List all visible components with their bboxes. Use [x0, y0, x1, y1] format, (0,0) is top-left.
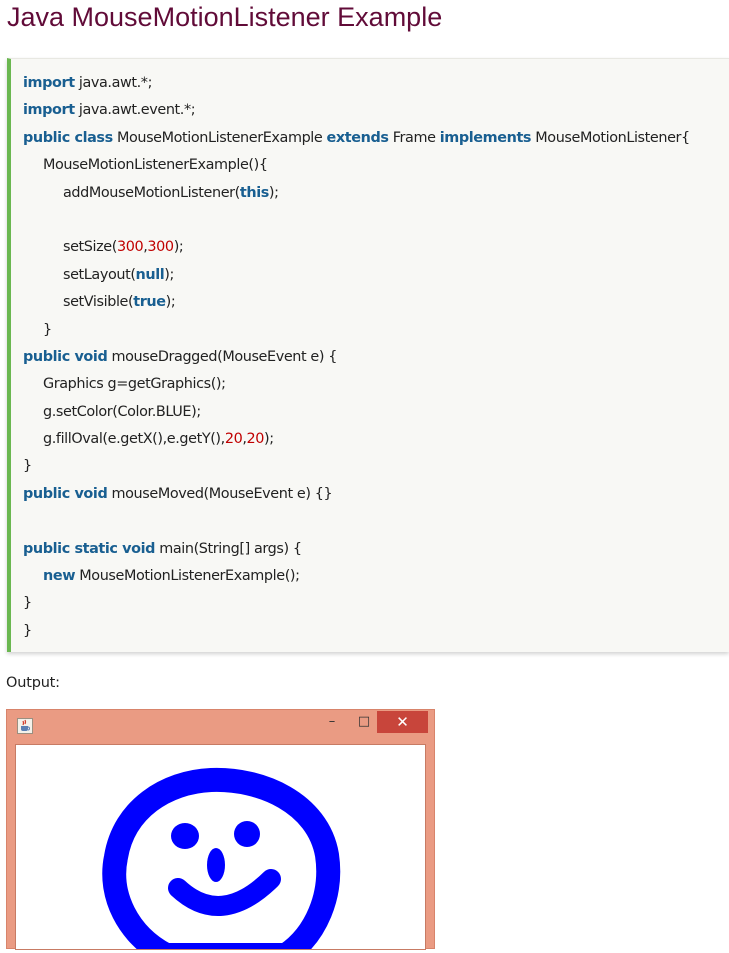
- smiley-drawing: [102, 767, 341, 953]
- code-keyword: extends: [326, 129, 389, 146]
- code-text: );: [165, 294, 176, 311]
- code-keyword: implements: [439, 129, 532, 146]
- code-line: addMouseMotionListener(this);: [23, 180, 690, 207]
- code-text: addMouseMotionListener(: [63, 184, 240, 201]
- code-line: g.fillOval(e.getX(),e.getY(),20,20);: [23, 426, 690, 453]
- code-text: mouseDragged(MouseEvent e) {: [107, 348, 338, 365]
- code-text: }: [23, 622, 32, 639]
- code-keyword: public void: [23, 485, 108, 502]
- code-keyword: true: [133, 294, 166, 311]
- code-keyword: import: [23, 102, 75, 119]
- code-text: MouseMotionListenerExample: [112, 129, 327, 146]
- code-keyword: null: [135, 266, 165, 283]
- code-text: }: [43, 321, 52, 338]
- code-keyword: public class: [23, 129, 113, 146]
- maximize-button[interactable]: □: [351, 711, 377, 733]
- code-line: setSize(300,300);: [23, 234, 690, 261]
- output-label: Output:: [6, 675, 60, 691]
- code-line: Graphics g=getGraphics();: [23, 371, 690, 398]
- code-keyword: this: [239, 184, 269, 201]
- close-button[interactable]: ✕: [377, 711, 428, 733]
- code-line: }: [23, 317, 690, 344]
- code-text: java.awt.event.*;: [74, 102, 196, 119]
- smile: [168, 869, 281, 916]
- code-text: }: [23, 595, 32, 612]
- code-line: }: [23, 590, 690, 617]
- java-cup-icon: [17, 718, 33, 734]
- right-eye: [234, 821, 260, 847]
- code-text: MouseMotionListenerExample();: [75, 568, 300, 585]
- code-text: mouseMoved(MouseEvent e) {}: [107, 485, 333, 502]
- code-text: Graphics g=getGraphics();: [43, 376, 226, 393]
- code-text: );: [264, 431, 274, 448]
- code-text: setLayout(: [63, 266, 136, 283]
- code-line: g.setColor(Color.BLUE);: [23, 399, 690, 426]
- code-text: Frame: [388, 129, 440, 146]
- code-text: g.fillOval(e.getX(),e.getY(),: [43, 431, 225, 448]
- code-number: 300: [147, 239, 174, 256]
- code-line: setVisible(true);: [23, 289, 690, 316]
- nose: [207, 848, 225, 882]
- code-text: MouseMotionListener{: [531, 129, 690, 146]
- drawing-canvas[interactable]: [15, 744, 426, 953]
- code-line: import java.awt.*;: [23, 70, 690, 97]
- code-text: java.awt.*;: [74, 75, 153, 91]
- code-number: 20: [224, 431, 243, 448]
- code-keyword: public static void: [23, 540, 156, 557]
- code-keyword: public void: [23, 348, 108, 365]
- code-text: g.setColor(Color.BLUE);: [43, 403, 201, 420]
- code-line: new MouseMotionListenerExample();: [23, 563, 690, 590]
- code-line: MouseMotionListenerExample(){: [23, 152, 690, 179]
- code-text: );: [173, 239, 184, 256]
- minimize-button[interactable]: –: [319, 711, 345, 733]
- output-window: – □ ✕: [6, 709, 435, 953]
- code-text: setSize(: [63, 239, 117, 256]
- code-line: setLayout(null);: [23, 262, 690, 289]
- code-text: }: [23, 458, 32, 475]
- code-text: main(String[] args) {: [155, 540, 302, 557]
- code-line: public static void main(String[] args) {: [23, 536, 690, 563]
- code-text: MouseMotionListenerExample(){: [43, 157, 268, 174]
- code-text: setVisible(: [63, 294, 134, 311]
- code-line: public class MouseMotionListenerExample …: [23, 125, 690, 152]
- code-number: 20: [246, 431, 265, 448]
- code-keyword: import: [23, 75, 75, 91]
- code-line: }: [23, 618, 690, 645]
- code-text: );: [268, 184, 279, 201]
- code-keyword: new: [43, 568, 76, 585]
- code-line: public void mouseMoved(MouseEvent e) {}: [23, 481, 690, 508]
- page-title: Java MouseMotionListener Example: [7, 2, 443, 32]
- code-block: import java.awt.*; import java.awt.event.…: [7, 58, 729, 652]
- code-line: import java.awt.event.*;: [23, 97, 690, 124]
- code-text: );: [164, 266, 174, 283]
- code-number: 300: [116, 239, 144, 256]
- left-eye: [171, 823, 199, 849]
- code-listing: import java.awt.*; import java.awt.event.…: [23, 70, 690, 645]
- code-line: public void mouseDragged(MouseEvent e) {: [23, 344, 690, 371]
- code-line: }: [23, 453, 690, 480]
